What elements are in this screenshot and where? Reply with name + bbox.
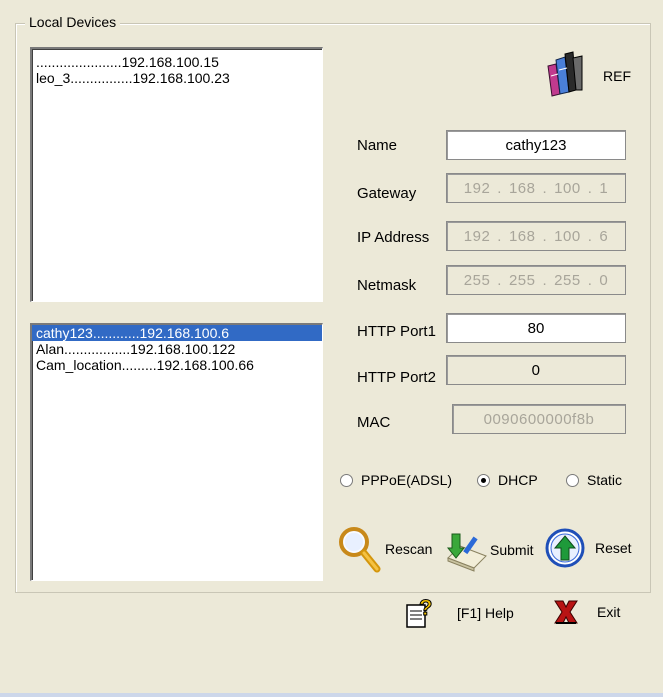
gateway-seg: 168 bbox=[508, 179, 536, 197]
name-value: cathy123 bbox=[505, 136, 567, 154]
netmask-field: 255. 255. 255. 0 bbox=[446, 265, 626, 295]
help-label: [F1] Help bbox=[457, 605, 514, 621]
ip-seg: 6 bbox=[599, 227, 609, 245]
http-port2-field[interactable]: 0 bbox=[446, 355, 626, 385]
reset-label: Reset bbox=[595, 540, 632, 556]
netmask-label: Netmask bbox=[357, 277, 417, 294]
name-field[interactable]: cathy123 bbox=[446, 130, 626, 160]
gateway-seg: 1 bbox=[599, 179, 609, 197]
mac-value: 0090600000f8b bbox=[483, 410, 595, 428]
ip-mode-radio-group: PPPoE(ADSL) DHCP Static bbox=[340, 470, 640, 494]
ip-seg: 100 bbox=[554, 227, 581, 245]
device-list-top[interactable]: ......................192.168.100.15 leo… bbox=[30, 47, 323, 302]
reset-button[interactable]: Reset bbox=[545, 528, 632, 568]
ref-label: REF bbox=[603, 68, 631, 84]
radio-pppoe-label: PPPoE(ADSL) bbox=[361, 472, 453, 488]
group-title: Local Devices bbox=[25, 14, 121, 30]
list-item[interactable]: Cam_location.........192.168.100.66 bbox=[32, 357, 322, 373]
rescan-button[interactable]: Rescan bbox=[337, 525, 432, 573]
radio-circle-selected bbox=[477, 473, 490, 487]
radio-static-label: Static bbox=[587, 472, 623, 488]
radio-circle bbox=[566, 473, 579, 487]
ip-address-label: IP Address bbox=[357, 229, 430, 246]
gateway-seg: 192 bbox=[463, 179, 491, 197]
svg-text:?: ? bbox=[419, 595, 432, 620]
mac-field: 0090600000f8b bbox=[452, 404, 626, 434]
magnifier-icon bbox=[339, 527, 381, 573]
rescan-label: Rescan bbox=[385, 541, 433, 557]
radio-dhcp[interactable]: DHCP bbox=[477, 472, 538, 488]
list-item[interactable]: Alan.................192.168.100.122 bbox=[32, 341, 322, 357]
list-item[interactable]: ......................192.168.100.15 bbox=[32, 54, 322, 70]
books-icon bbox=[547, 51, 583, 97]
radio-circle bbox=[340, 473, 353, 487]
http-port1-value: 80 bbox=[527, 319, 545, 337]
http-port1-label: HTTP Port1 bbox=[357, 323, 436, 340]
ref-button[interactable]: REF bbox=[542, 48, 642, 100]
gateway-field: 192. 168. 100. 1 bbox=[446, 173, 626, 203]
radio-static[interactable]: Static bbox=[566, 472, 622, 488]
radio-pppoe[interactable]: PPPoE(ADSL) bbox=[340, 472, 452, 488]
submit-arrow-icon bbox=[446, 533, 487, 572]
up-arrow-circle-icon bbox=[545, 528, 585, 568]
http-port2-value: 0 bbox=[531, 361, 541, 379]
mac-label: MAC bbox=[357, 414, 391, 431]
exit-x-icon bbox=[554, 600, 578, 624]
ip-seg: 192 bbox=[463, 227, 491, 245]
help-button[interactable]: ? [F1] Help bbox=[403, 595, 514, 631]
list-item-selected[interactable]: cathy123............192.168.100.6 bbox=[32, 325, 322, 341]
submit-button[interactable]: Submit bbox=[444, 528, 534, 572]
netmask-seg: 0 bbox=[599, 271, 609, 289]
netmask-seg: 255 bbox=[554, 271, 581, 289]
http-port2-label: HTTP Port2 bbox=[357, 369, 436, 386]
ip-seg: 168 bbox=[508, 227, 536, 245]
exit-label: Exit bbox=[597, 604, 621, 620]
gateway-seg: 100 bbox=[554, 179, 581, 197]
netmask-seg: 255 bbox=[463, 271, 491, 289]
gateway-label: Gateway bbox=[357, 185, 417, 202]
help-icon: ? bbox=[406, 595, 433, 628]
netmask-seg: 255 bbox=[508, 271, 536, 289]
device-list-bottom[interactable]: cathy123............192.168.100.6 Alan..… bbox=[30, 323, 323, 581]
name-label: Name bbox=[357, 137, 398, 154]
radio-dhcp-label: DHCP bbox=[498, 472, 538, 488]
window-bottom-edge bbox=[0, 693, 663, 697]
submit-label: Submit bbox=[490, 542, 534, 558]
http-port1-field[interactable]: 80 bbox=[446, 313, 626, 343]
list-item[interactable]: leo_3................192.168.100.23 bbox=[32, 70, 322, 86]
exit-button[interactable]: Exit bbox=[551, 597, 620, 627]
ip-address-field: 192. 168. 100. 6 bbox=[446, 221, 626, 251]
